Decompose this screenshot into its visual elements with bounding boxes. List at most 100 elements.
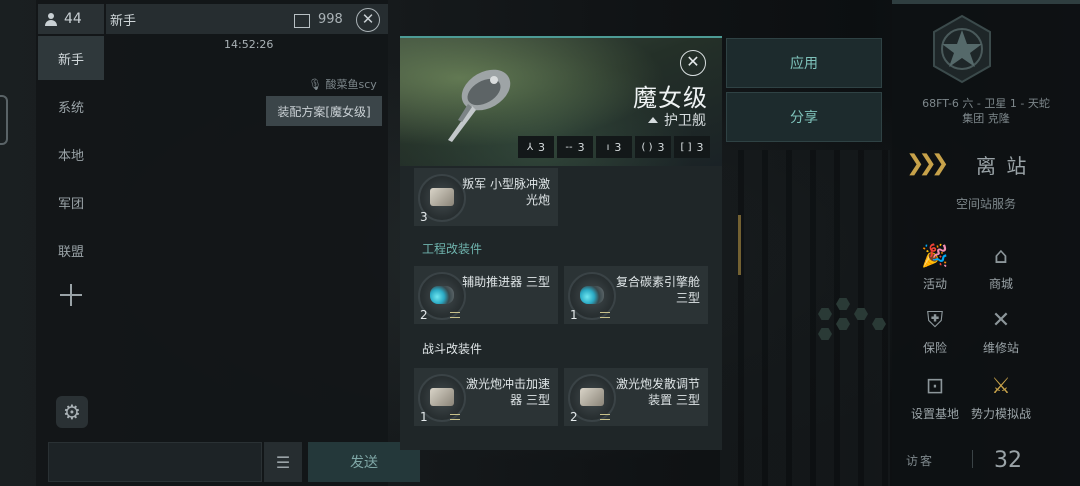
subsystem-slot-count: [ ] 3 [674, 136, 710, 158]
subsystem-slot-icon: [ ] [680, 141, 692, 153]
insurance-shield-icon: ⛨ [926, 308, 944, 333]
frigate-class-icon [648, 117, 658, 123]
modal-close-button[interactable]: ✕ [680, 50, 706, 76]
module-qty: 1 [420, 410, 428, 424]
tier-icon [600, 414, 610, 420]
module-name: 激光炮发散调节装置 三型 [615, 377, 700, 407]
module-name: 复合碳素引擎舱 三型 [615, 275, 700, 305]
module-card-weapon[interactable]: 3 叛军 小型脉冲激光炮 [414, 168, 558, 226]
slot-count-value: 3 [614, 140, 622, 154]
member-count[interactable]: 44 [38, 4, 104, 34]
message-time: 14:52:26 [224, 38, 274, 51]
low-slot-icon: ı [606, 141, 610, 153]
channel-tab-legion[interactable]: 军团 [38, 180, 104, 224]
module-qty: 1 [570, 308, 578, 322]
chat-input-field[interactable] [48, 442, 262, 482]
station-name-line1: 68FT-6 六 - 卫星 1 - 天蛇 [922, 97, 1050, 110]
visitors-divider [972, 450, 973, 468]
station-top-line [892, 0, 1080, 4]
service-shop[interactable]: ⌂ 商城 [962, 236, 1040, 292]
undock-label: 离 站 [976, 154, 1029, 178]
rig-slot-icon: ( ) [641, 141, 653, 153]
service-label: 维修站 [982, 341, 1019, 355]
high-slot-icon: ⅄ [526, 141, 534, 153]
service-label: 商城 [988, 277, 1013, 291]
fitting-modal: ✕ 魔女级 护卫舰 ⅄ 3 -- 3 ı3 ( ) 3 [ ] 3 3 叛军 小型脉冲激… [400, 36, 722, 450]
service-label: 设置基地 [910, 407, 959, 421]
service-repair[interactable]: ✕ 维修站 [962, 300, 1040, 356]
module-name: 叛军 小型脉冲激光炮 [462, 177, 550, 207]
high-slot-count: ⅄ 3 [518, 136, 554, 158]
module-qty: 3 [420, 210, 428, 224]
app-root: 44 新手 998 ✕ 新手 系统 本地 军团 联盟 ⚙ 14:52:26 🎙 … [0, 0, 1080, 486]
chat-panel: 44 新手 998 ✕ 新手 系统 本地 军团 联盟 ⚙ 14:52:26 🎙 … [36, 0, 420, 486]
module-card-engineering-1[interactable]: 2 辅助推进器 三型 [414, 266, 558, 324]
left-edge-handle[interactable] [0, 95, 8, 145]
service-faction-sim[interactable]: ⚔ 势力模拟战 [962, 366, 1040, 422]
tier-icon [450, 414, 460, 420]
share-button[interactable]: 分享 [726, 92, 882, 142]
ship-name: 魔女级 [633, 84, 708, 112]
module-name: 激光炮冲击加速器 三型 [465, 377, 550, 407]
module-name: 辅助推进器 三型 [462, 275, 550, 289]
chat-settings-gear-icon[interactable]: ⚙ [56, 396, 88, 428]
engineering-section-title: 工程改装件 [422, 241, 483, 256]
module-card-combat-2[interactable]: 2 激光炮发散调节装置 三型 [564, 368, 708, 426]
chat-channel-title: 新手 [106, 4, 388, 34]
station-panel: 68FT-6 六 - 卫星 1 - 天蛇 集团 克隆 ❯❯❯ 离 站 空间站服务… [892, 0, 1080, 486]
corporation-logo-icon [933, 14, 991, 84]
visitors-count[interactable]: 32 [994, 448, 1022, 473]
member-count-value: 44 [64, 11, 82, 27]
low-slot-count: ı3 [596, 136, 632, 158]
shop-icon: ⌂ [994, 244, 1008, 269]
module-card-combat-1[interactable]: 1 激光炮冲击加速器 三型 [414, 368, 558, 426]
ship-hero: ✕ 魔女级 护卫舰 ⅄ 3 -- 3 ı3 ( ) 3 [ ] 3 [400, 38, 722, 166]
combat-section-title: 战斗改装件 [422, 341, 483, 356]
module-qty: 2 [420, 308, 428, 322]
station-name: 68FT-6 六 - 卫星 1 - 天蛇 集团 克隆 [892, 96, 1080, 126]
service-label: 势力模拟战 [970, 407, 1031, 421]
apply-button[interactable]: 应用 [726, 38, 882, 88]
ship-class-label: 护卫舰 [664, 113, 706, 129]
chat-header: 44 新手 998 ✕ [36, 4, 388, 34]
module-card-engineering-2[interactable]: 1 复合碳素引擎舱 三型 [564, 266, 708, 324]
chat-close-button[interactable]: ✕ [356, 8, 380, 32]
visitors-label: 访客 [906, 454, 935, 468]
undock-chevron-icon: ❯❯❯ [906, 150, 949, 176]
rig-slot-count: ( ) 3 [635, 136, 671, 158]
slot-count-value: 3 [696, 140, 704, 154]
message-bubble[interactable]: 装配方案[魔女级] [266, 96, 382, 126]
slot-count-value: 3 [538, 140, 546, 154]
background-light [738, 215, 741, 275]
tier-icon [600, 312, 610, 318]
service-label: 保险 [922, 341, 947, 355]
message-user: 🎙 酸菜鱼scy [308, 76, 377, 92]
note-icon[interactable] [294, 14, 310, 28]
party-popper-icon: 🎉 [921, 244, 949, 269]
services-title: 空间站服务 [955, 197, 1016, 211]
slot-count-value: 3 [657, 140, 665, 154]
channel-tab-local[interactable]: 本地 [38, 132, 104, 176]
ship-image [448, 69, 511, 142]
message-user-name: 酸菜鱼scy [325, 78, 377, 91]
ship-class: 护卫舰 [648, 110, 706, 130]
chat-list-icon[interactable]: ☰ [264, 442, 302, 482]
mic-icon: 🎙 [308, 78, 322, 91]
channel-tab-alliance[interactable]: 联盟 [38, 228, 104, 272]
station-name-line2: 集团 克隆 [962, 112, 1010, 125]
tier-icon [450, 312, 460, 318]
channel-tab-system[interactable]: 系统 [38, 84, 104, 128]
slot-summary: ⅄ 3 -- 3 ı3 ( ) 3 [ ] 3 [518, 136, 710, 158]
repair-tools-icon: ✕ [991, 308, 1011, 333]
mid-slot-icon: -- [565, 141, 573, 153]
base-marker-icon: ⊡ [925, 374, 945, 399]
crossed-flags-icon: ⚔ [991, 374, 1011, 399]
header-number: 998 [318, 12, 343, 27]
slot-count-value: 3 [577, 140, 585, 154]
mid-slot-count: -- 3 [557, 136, 593, 158]
service-label: 活动 [922, 277, 947, 291]
channel-tab-newbie[interactable]: 新手 [38, 36, 104, 80]
add-channel-icon[interactable] [60, 284, 82, 306]
person-icon [45, 13, 57, 26]
undock-button[interactable]: ❯❯❯ 离 站 [906, 146, 1066, 180]
